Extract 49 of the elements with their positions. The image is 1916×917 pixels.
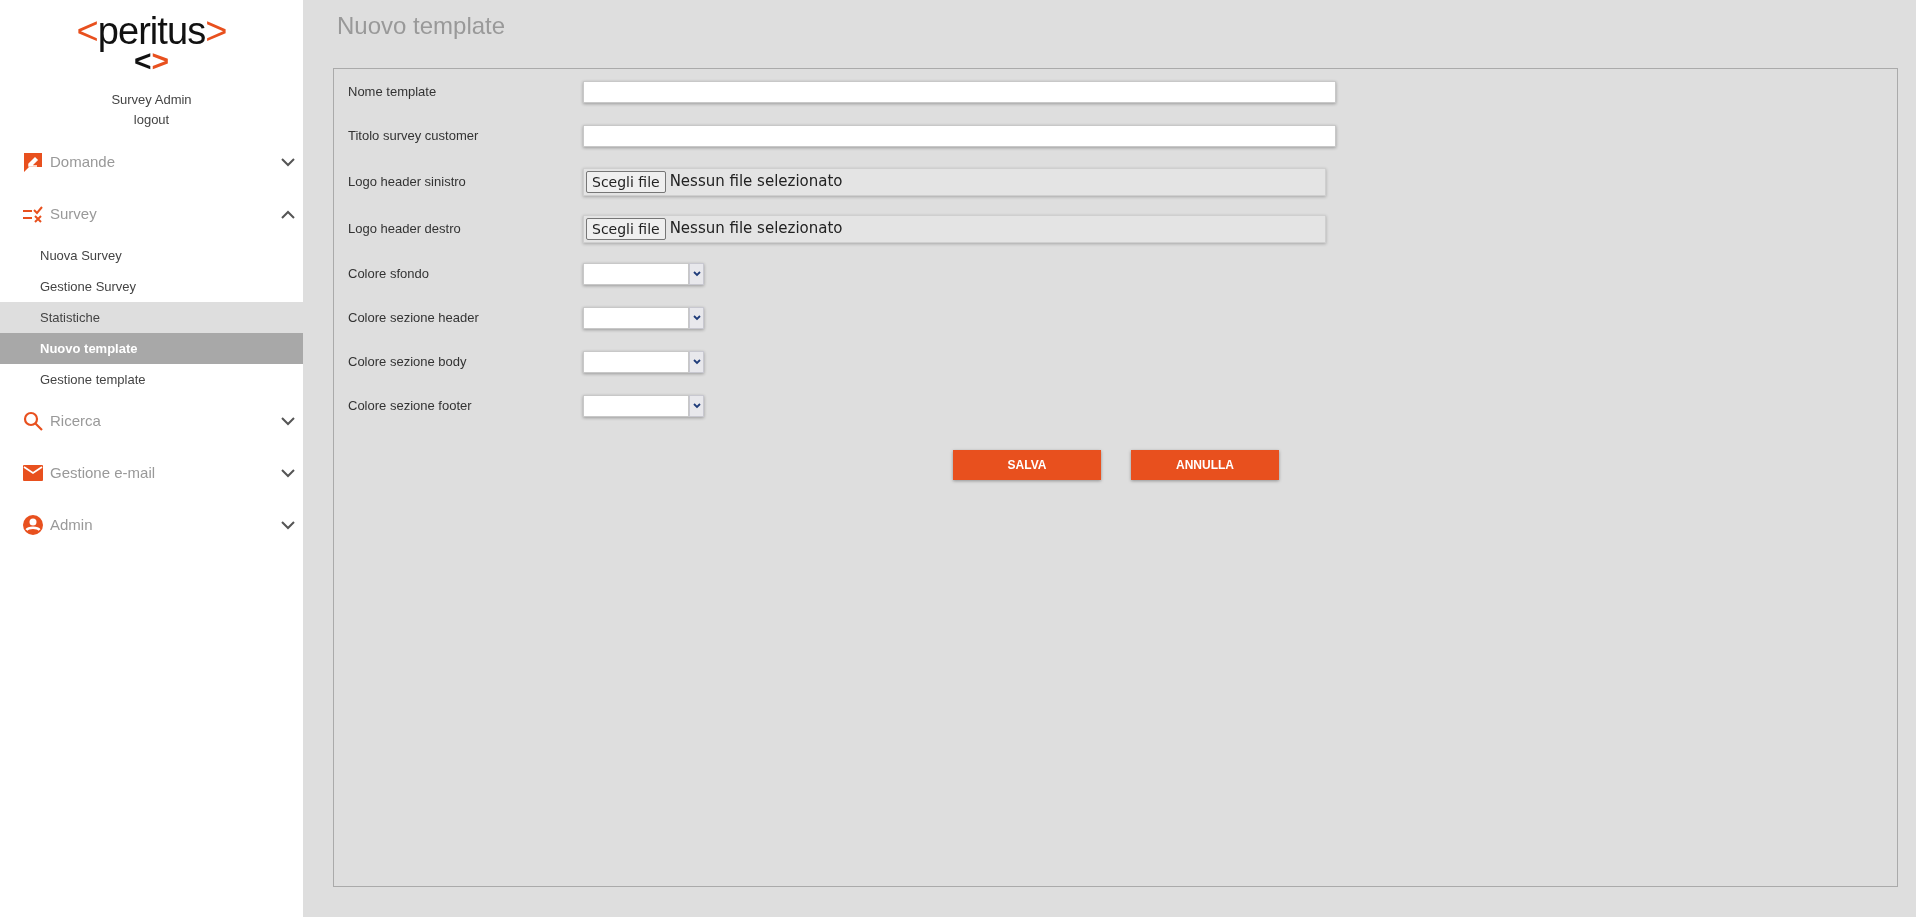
file-status: Nessun file selezionato bbox=[669, 171, 843, 193]
chevron-down-icon bbox=[281, 157, 295, 167]
color-select[interactable] bbox=[583, 395, 704, 417]
color-select[interactable] bbox=[583, 263, 704, 285]
cancel-button[interactable]: ANNULLA bbox=[1131, 450, 1279, 480]
field-label: Colore sfondo bbox=[348, 265, 430, 284]
chevron-up-icon bbox=[281, 209, 295, 219]
dropdown-caret-icon bbox=[692, 271, 701, 277]
submenu-item[interactable]: Nuova Survey bbox=[0, 240, 303, 271]
color-select[interactable] bbox=[583, 307, 704, 329]
field-label: Logo header sinistro bbox=[348, 172, 467, 191]
dropdown-caret-icon bbox=[692, 315, 701, 321]
chevron-down-icon bbox=[281, 416, 295, 426]
field-label: Colore sezione header bbox=[348, 309, 480, 328]
logout-link[interactable]: logout bbox=[133, 110, 170, 130]
page-title: Nuovo template bbox=[337, 11, 507, 41]
menu-section-label: Ricerca bbox=[50, 410, 102, 431]
submenu-item[interactable]: Gestione template bbox=[0, 364, 303, 395]
menu-section-label: Admin bbox=[50, 514, 94, 535]
menu-section-label: Domande bbox=[50, 151, 117, 172]
search-icon bbox=[23, 411, 43, 431]
field-label: Colore sezione body bbox=[348, 353, 468, 372]
choose-file-button[interactable]: Scegli file bbox=[586, 217, 666, 240]
user-name: Survey Admin bbox=[111, 91, 192, 109]
submenu-item[interactable]: Statistiche bbox=[0, 302, 303, 333]
field-label: Colore sezione footer bbox=[348, 397, 473, 416]
file-input-field[interactable]: Scegli file Nessun file selezionato bbox=[583, 167, 1326, 196]
envelope-icon bbox=[22, 464, 44, 482]
logo: <peritus> <> bbox=[75, 9, 228, 76]
pencil-chat-icon bbox=[22, 151, 44, 173]
text-input-field[interactable] bbox=[583, 125, 1336, 147]
field-label: Logo header destro bbox=[348, 219, 462, 238]
user-circle-icon bbox=[22, 514, 44, 536]
menu-section-label: Gestione e-mail bbox=[50, 462, 157, 483]
file-status: Nessun file selezionato bbox=[669, 218, 843, 240]
text-input-field[interactable] bbox=[583, 81, 1336, 103]
dropdown-caret-icon bbox=[692, 359, 701, 365]
chevron-down-icon bbox=[281, 468, 295, 478]
menu-section-label: Survey bbox=[50, 203, 98, 224]
checklist-icon bbox=[22, 205, 44, 223]
submenu-item[interactable]: Gestione Survey bbox=[0, 271, 303, 302]
save-button[interactable]: SALVA bbox=[953, 450, 1101, 480]
field-label: Titolo survey customer bbox=[348, 127, 480, 146]
file-input-field[interactable]: Scegli file Nessun file selezionato bbox=[583, 214, 1326, 243]
dropdown-caret-icon bbox=[692, 403, 701, 409]
chevron-down-icon bbox=[281, 520, 295, 530]
field-label: Nome template bbox=[348, 83, 438, 102]
color-select[interactable] bbox=[583, 351, 704, 373]
choose-file-button[interactable]: Scegli file bbox=[586, 170, 666, 193]
